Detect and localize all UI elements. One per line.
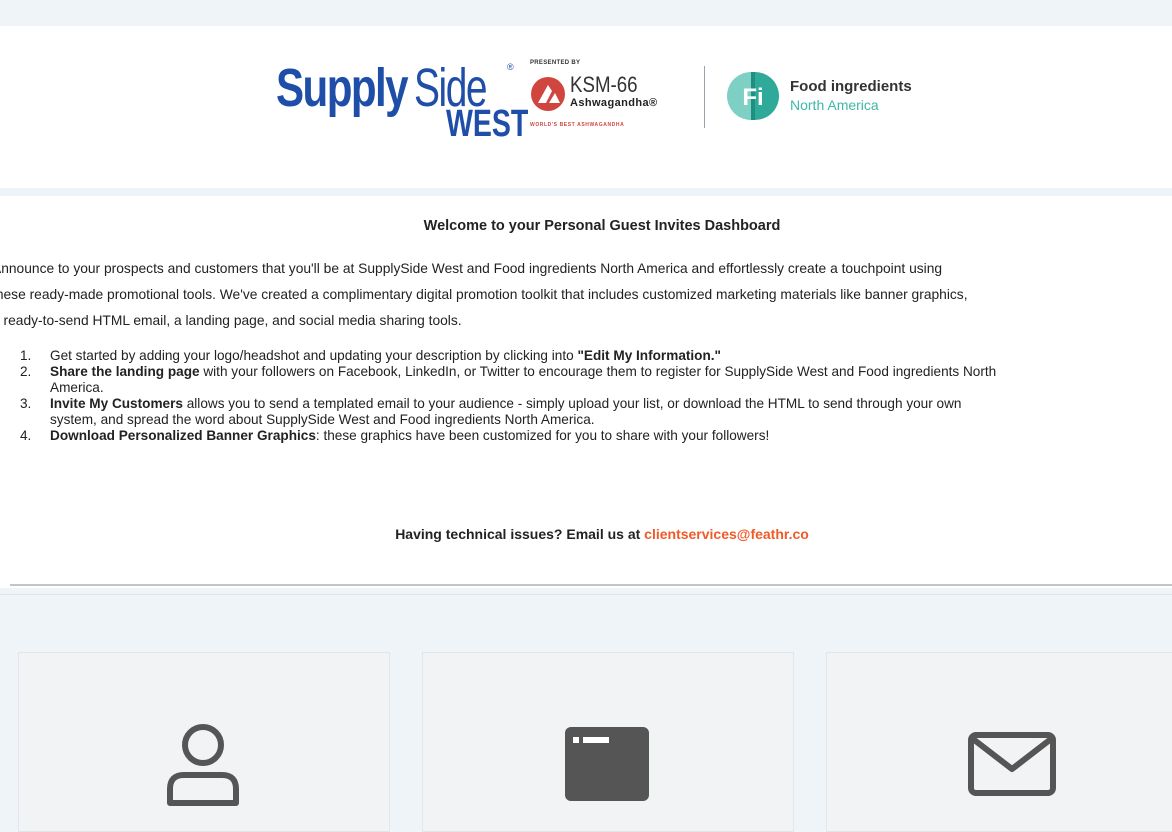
step-text-continued: system, and spread the word about Supply… bbox=[50, 412, 595, 427]
logo-word-supply: Supply bbox=[276, 58, 409, 118]
step-item: 4. Download Personalized Banner Graphics… bbox=[20, 428, 1172, 444]
invite-my-customers-card[interactable] bbox=[826, 652, 1172, 832]
header-banner: Supply Side ® WEST PRESENTED BY KSM-66 A… bbox=[0, 26, 1172, 188]
step-bold: Invite My Customers bbox=[50, 396, 183, 411]
logo-row: Supply Side ® WEST PRESENTED BY KSM-66 A… bbox=[272, 56, 972, 166]
step-text-rest: with your followers on Facebook, LinkedI… bbox=[199, 364, 997, 379]
user-icon bbox=[167, 724, 239, 806]
sponsor-subtitle: Ashwagandha® bbox=[570, 97, 658, 109]
welcome-panel: Welcome to your Personal Guest Invites D… bbox=[0, 196, 1172, 588]
fi-badge-text: Fi bbox=[742, 84, 763, 111]
tech-support-text: Having technical issues? Email us at bbox=[395, 526, 645, 542]
ksm-66-logo-icon bbox=[531, 77, 565, 111]
step-text-rest: allows you to send a templated email to … bbox=[182, 396, 962, 411]
share-landing-page-card[interactable] bbox=[422, 652, 794, 832]
support-email-link[interactable]: clientservices@feathr.co bbox=[644, 526, 809, 542]
step-item: 2. Share the landing page with your foll… bbox=[20, 364, 1172, 396]
intro-line: Announce to your prospects and customers… bbox=[0, 261, 943, 276]
fi-brand-name: Food ingredients bbox=[790, 78, 912, 95]
supplyside-west-logo: Supply Side ® WEST bbox=[276, 58, 528, 144]
edit-my-information-card[interactable] bbox=[18, 652, 390, 832]
intro-paragraph: Announce to your prospects and customers… bbox=[0, 256, 1172, 334]
intro-line: these ready-made promotional tools. We'v… bbox=[0, 287, 968, 302]
step-item: 3. Invite My Customers allows you to sen… bbox=[20, 396, 1172, 428]
sponsor-tagline: WORLD'S BEST ASHWAGANDHA bbox=[530, 122, 625, 128]
fi-brand-subtitle: North America bbox=[790, 97, 879, 113]
tech-support-line: Having technical issues? Email us at cli… bbox=[0, 526, 1172, 542]
step-number: 2. bbox=[20, 364, 32, 379]
welcome-title: Welcome to your Personal Guest Invites D… bbox=[423, 218, 781, 234]
step-text-rest: : these graphics have been customized fo… bbox=[315, 428, 770, 443]
step-bold: Download Personalized Banner Graphics bbox=[50, 428, 316, 443]
step-number: 4. bbox=[20, 428, 32, 443]
step-text-continued: America. bbox=[50, 380, 104, 395]
step-item: 1. Get started by adding your logo/heads… bbox=[20, 348, 1172, 364]
step-number: 1. bbox=[20, 348, 32, 363]
steps-list: 1. Get started by adding your logo/heads… bbox=[20, 348, 1172, 444]
logo-divider bbox=[704, 66, 705, 128]
step-number: 3. bbox=[20, 396, 32, 411]
section-divider-secondary bbox=[0, 594, 1172, 595]
presented-by-label: PRESENTED BY bbox=[530, 60, 581, 66]
browser-window-icon bbox=[565, 727, 649, 801]
intro-line: a ready-to-send HTML email, a landing pa… bbox=[0, 313, 462, 328]
logo-registered-mark: ® bbox=[507, 62, 514, 72]
envelope-icon bbox=[968, 732, 1056, 796]
step-text: Get started by adding your logo/headshot… bbox=[50, 348, 578, 363]
logo-word-west: WEST bbox=[446, 103, 529, 145]
food-ingredients-logo-icon: Fi bbox=[727, 72, 779, 120]
section-divider bbox=[10, 584, 1172, 586]
step-bold: Share the landing page bbox=[50, 364, 200, 379]
sponsor-name: KSM-66 bbox=[570, 72, 638, 97]
step-bold: "Edit My Information." bbox=[577, 348, 722, 363]
